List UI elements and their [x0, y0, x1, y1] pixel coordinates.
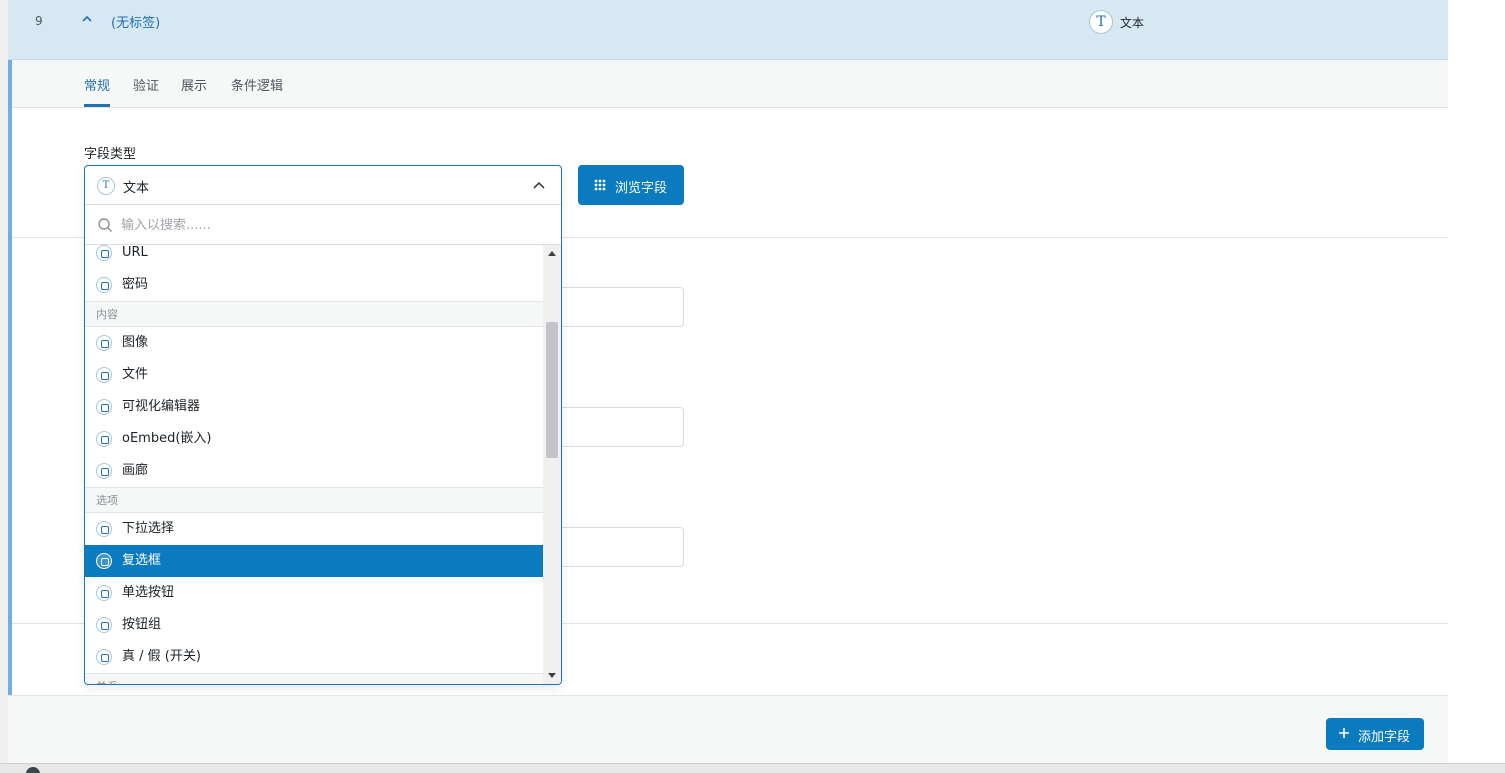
outer-left-gutter [0, 0, 8, 773]
radio-icon [96, 585, 112, 601]
active-tab-underline [84, 104, 110, 107]
bottom-strip [0, 763, 1505, 773]
scroll-thumb[interactable] [546, 322, 558, 458]
checkbox-icon [96, 553, 112, 569]
globe-icon [96, 245, 112, 261]
field-type-options-list: URL 密码内容图像文件可视化编辑器 oEmbed(嵌入) 画廊选项下拉选择复选框单选… [85, 245, 543, 684]
option-label: 可视化编辑器 [122, 399, 201, 414]
image-icon [96, 335, 112, 351]
field-type-selected-value: 文本 [123, 181, 150, 196]
field-row-header[interactable]: 9 (无标签) T 文本 [8, 0, 1448, 60]
browse-fields-label: 浏览字段 [615, 180, 668, 195]
field-name-input[interactable] [562, 407, 684, 447]
chevron-up-icon[interactable] [80, 12, 94, 26]
tab-presentation[interactable]: 展示 [181, 75, 207, 94]
field-type-option[interactable]: URL [85, 245, 543, 269]
option-label: oEmbed(嵌入) [122, 431, 212, 446]
tab-general[interactable]: 常规 [84, 75, 110, 94]
editor-icon [96, 399, 112, 415]
field-type-option[interactable]: oEmbed(嵌入) [85, 423, 543, 455]
default-value-input[interactable] [562, 527, 684, 567]
text-type-icon: T [97, 177, 115, 195]
field-settings-tabs: 常规 验证 展示 条件逻辑 [12, 60, 1448, 108]
option-label: 按钮组 [122, 617, 162, 632]
select-icon [96, 521, 112, 537]
field-label-input[interactable] [562, 287, 684, 327]
field-type-option[interactable]: 密码 [85, 269, 543, 301]
option-label: 画廊 [122, 463, 149, 478]
field-type-option[interactable]: 可视化编辑器 [85, 391, 543, 423]
embed-icon [96, 431, 112, 447]
field-row-number: 9 [35, 14, 43, 28]
option-label: 文件 [122, 367, 149, 382]
option-label: 密码 [122, 277, 149, 292]
add-field-label: 添加字段 [1358, 729, 1411, 744]
option-label: 下拉选择 [122, 521, 175, 536]
field-type-option[interactable]: 单选按钮 [85, 577, 543, 609]
option-group-heading: 选项 [85, 487, 543, 513]
option-label: URL [122, 245, 148, 260]
paperclip-icon [96, 367, 112, 383]
search-input[interactable] [121, 213, 541, 237]
add-field-button[interactable]: 添加字段 [1326, 718, 1424, 750]
field-type-search [85, 205, 561, 245]
field-list-footer [8, 695, 1448, 763]
field-type-option[interactable]: 文件 [85, 359, 543, 391]
text-type-icon: T [1089, 10, 1113, 34]
field-editor-panel: 9 (无标签) T 文本 常规 验证 展示 条件逻辑 字段类型 浏览字段 T 文… [8, 0, 1448, 773]
option-label: 复选框 [122, 553, 162, 568]
field-type-option[interactable]: 真 / 假 (开关) [85, 641, 543, 673]
field-type-select-head[interactable]: T 文本 [85, 166, 561, 205]
option-group-heading: 内容 [85, 301, 543, 327]
scroll-up-arrow-icon[interactable] [548, 251, 556, 256]
gallery-icon [96, 463, 112, 479]
field-type-select[interactable]: T 文本 URL 密码内容图像文件可视化编辑器 oEmbed(嵌入) 画廊选项下拉选择… [84, 165, 562, 685]
chevron-up-icon[interactable] [532, 179, 546, 193]
search-icon [98, 218, 112, 232]
options-scrollbar[interactable] [543, 245, 561, 684]
field-type-option[interactable]: 图像 [85, 327, 543, 359]
cursor-icon [96, 617, 112, 633]
field-row-label[interactable]: (无标签) [111, 12, 160, 31]
option-label: 图像 [122, 335, 149, 350]
option-group-heading: 关系 [85, 673, 543, 684]
active-row-indicator [8, 60, 12, 695]
field-type-option[interactable]: 按钮组 [85, 609, 543, 641]
field-row-type: 文本 [1120, 16, 1145, 30]
option-label: 真 / 假 (开关) [122, 649, 201, 664]
field-type-options: URL 密码内容图像文件可视化编辑器 oEmbed(嵌入) 画廊选项下拉选择复选框单选… [85, 245, 543, 684]
field-type-option[interactable]: 复选框 [85, 545, 543, 577]
key-icon [96, 277, 112, 293]
plus-icon [1339, 728, 1349, 738]
outer-right-gutter [1448, 0, 1505, 773]
tab-conditional-logic[interactable]: 条件逻辑 [231, 75, 283, 94]
scroll-down-arrow-icon[interactable] [548, 673, 556, 678]
field-type-option[interactable]: 下拉选择 [85, 513, 543, 545]
option-label: 单选按钮 [122, 585, 175, 600]
browse-fields-button[interactable]: 浏览字段 [578, 165, 684, 205]
toggle-icon [96, 649, 112, 665]
field-type-label: 字段类型 [84, 147, 137, 162]
field-type-option[interactable]: 画廊 [85, 455, 543, 487]
tab-validation[interactable]: 验证 [133, 75, 159, 94]
grid-icon [594, 179, 606, 191]
